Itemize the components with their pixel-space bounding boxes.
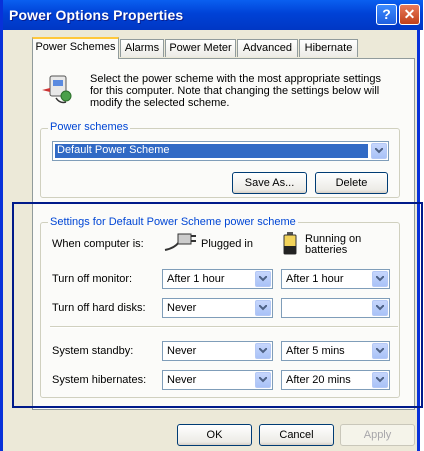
chevron-down-icon[interactable] [372,343,388,359]
chevron-down-icon[interactable] [372,300,388,316]
tab-power-meter[interactable]: Power Meter [165,39,236,57]
chevron-down-icon[interactable] [255,372,271,388]
standby-battery-value: After 5 mins [286,345,345,357]
system-hibernates-label: System hibernates: [52,374,147,386]
hard-disks-plugged-value: Never [167,302,197,314]
chevron-down-icon[interactable] [372,271,388,287]
power-scheme-icon [42,75,72,104]
standby-plugged-value: Never [167,345,197,357]
close-button[interactable]: ✕ [399,4,420,25]
system-standby-label: System standby: [52,345,134,357]
title-bar[interactable]: Power Options Properties ? ✕ [3,0,423,30]
plug-icon [164,233,196,251]
hard-disks-plugged-select[interactable]: Never [162,298,273,318]
chevron-down-icon[interactable] [371,143,387,159]
tab-alarms[interactable]: Alarms [120,39,164,57]
help-button[interactable]: ? [376,4,397,25]
delete-button[interactable]: Delete [315,172,388,194]
power-schemes-legend: Power schemes [48,121,131,133]
turn-off-hard-disks-label: Turn off hard disks: [52,302,146,314]
chevron-down-icon[interactable] [255,300,271,316]
chevron-down-icon[interactable] [372,372,388,388]
hibernate-battery-value: After 20 mins [286,374,351,386]
tab-power-schemes[interactable]: Power Schemes [32,37,119,59]
hibernate-battery-select[interactable]: After 20 mins [281,370,390,390]
standby-plugged-select[interactable]: Never [162,341,273,361]
power-scheme-value: Default Power Scheme [55,144,368,158]
hibernate-plugged-value: Never [167,374,197,386]
save-as-button[interactable]: Save As... [232,172,307,194]
when-computer-label: When computer is: [52,238,144,250]
intro-text: Select the power scheme with the most ap… [90,73,382,109]
settings-legend: Settings for Default Power Scheme power … [48,216,298,228]
turn-off-monitor-label: Turn off monitor: [52,273,133,285]
monitor-plugged-select[interactable]: After 1 hour [162,269,273,289]
apply-button[interactable]: Apply [340,424,415,446]
chevron-down-icon[interactable] [255,343,271,359]
chevron-down-icon[interactable] [255,271,271,287]
running-on-batteries-label: Running on batteries [305,233,362,256]
hibernate-plugged-select[interactable]: Never [162,370,273,390]
monitor-plugged-value: After 1 hour [167,273,225,285]
plugged-in-label: Plugged in [201,238,253,250]
window-title: Power Options Properties [9,7,184,23]
hard-disks-battery-select[interactable] [281,298,390,318]
battery-icon [283,232,297,255]
standby-battery-select[interactable]: After 5 mins [281,341,390,361]
monitor-battery-select[interactable]: After 1 hour [281,269,390,289]
monitor-battery-value: After 1 hour [286,273,344,285]
tab-advanced[interactable]: Advanced [237,39,298,57]
ok-button[interactable]: OK [177,424,252,446]
tab-hibernate[interactable]: Hibernate [299,39,358,57]
cancel-button[interactable]: Cancel [259,424,334,446]
settings-divider [50,326,398,328]
power-scheme-select[interactable]: Default Power Scheme [52,141,389,161]
